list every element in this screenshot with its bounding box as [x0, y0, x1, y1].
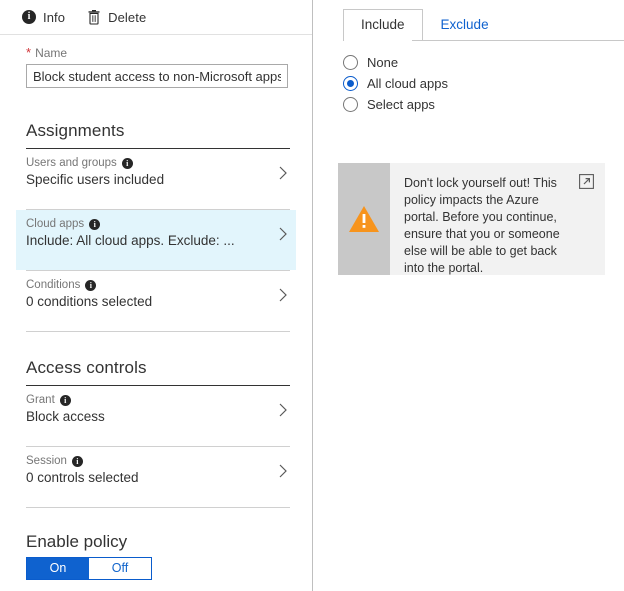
radio-none-label: None [367, 55, 399, 70]
enable-policy-toggle[interactable]: On Off [26, 557, 152, 580]
radio-none-mark [343, 55, 358, 70]
row-cloud-apps-label: Cloud apps [26, 218, 85, 230]
row-conditions-value: 0 conditions selected [26, 294, 153, 309]
policy-details-panel: i Info Delete * Name Block student acces… [0, 0, 312, 591]
name-field-group: * Name [26, 46, 288, 88]
trash-icon [87, 9, 101, 25]
tab-exclude[interactable]: Exclude [422, 9, 507, 40]
assignments-section-title: Assignments [26, 121, 125, 140]
row-grant-header: Grant i [26, 394, 296, 406]
row-users-and-groups-value: Specific users included [26, 172, 165, 187]
enable-policy-label: Enable policy [26, 532, 128, 551]
info-circle-icon[interactable]: i [85, 279, 97, 291]
required-asterisk: * [26, 45, 32, 60]
command-toolbar: i Info Delete [0, 0, 312, 34]
toolbar-divider [0, 34, 312, 35]
lockout-warning-box: Don't lock yourself out! This policy imp… [338, 163, 605, 275]
row-conditions[interactable]: Conditions i 0 conditions selected [16, 271, 296, 331]
radio-none[interactable]: None [343, 52, 448, 73]
tab-include[interactable]: Include [343, 9, 423, 40]
chevron-right-icon [278, 287, 288, 303]
radio-select-apps-label: Select apps [367, 97, 435, 112]
warning-message: Don't lock yourself out! This policy imp… [404, 176, 560, 275]
row-session[interactable]: Session i 0 controls selected [16, 447, 296, 507]
row-grant[interactable]: Grant i Block access [16, 386, 296, 446]
row-session-label: Session [26, 455, 67, 467]
name-field-label: * Name [26, 46, 288, 60]
radio-select-apps-mark [343, 97, 358, 112]
include-exclude-tabs: Include Exclude [343, 8, 507, 40]
row-cloud-apps-value: Include: All cloud apps. Exclude: ... [26, 233, 235, 248]
info-circle-icon[interactable]: i [59, 394, 71, 406]
row-users-and-groups-label: Users and groups [26, 157, 117, 169]
info-button[interactable]: i Info [22, 3, 65, 31]
info-circle-icon[interactable]: i [71, 455, 83, 467]
radio-all-cloud-apps[interactable]: All cloud apps [343, 73, 448, 94]
radio-all-cloud-apps-mark [343, 76, 358, 91]
delete-button[interactable]: Delete [87, 3, 146, 31]
row-cloud-apps[interactable]: Cloud apps i Include: All cloud apps. Ex… [16, 210, 296, 270]
chevron-right-icon [278, 402, 288, 418]
row-session-value: 0 controls selected [26, 470, 139, 485]
radio-select-apps[interactable]: Select apps [343, 94, 448, 115]
enable-policy-off-option[interactable]: Off [89, 558, 151, 579]
row-divider [26, 331, 290, 332]
info-button-label: Info [43, 9, 66, 25]
chevron-right-icon [278, 463, 288, 479]
radio-all-cloud-apps-label: All cloud apps [367, 76, 448, 91]
scope-radio-group: None All cloud apps Select apps [343, 52, 448, 115]
row-users-and-groups-header: Users and groups i [26, 157, 296, 169]
row-conditions-header: Conditions i [26, 279, 296, 291]
chevron-right-icon [278, 165, 288, 181]
row-users-and-groups[interactable]: Users and groups i Specific users includ… [16, 149, 296, 209]
policy-editor-screen: i Info Delete * Name Block student acces… [0, 0, 624, 591]
name-label-text: Name [35, 46, 68, 60]
row-conditions-label: Conditions [26, 279, 81, 291]
external-link-icon[interactable] [579, 174, 594, 189]
warning-triangle-icon [348, 205, 380, 234]
delete-button-label: Delete [108, 9, 147, 25]
row-session-header: Session i [26, 455, 296, 467]
info-circle-icon[interactable]: i [121, 157, 133, 169]
access-controls-section-title: Access controls [26, 358, 147, 377]
info-circle-icon[interactable]: i [89, 218, 101, 230]
row-divider [26, 507, 290, 508]
chevron-right-icon [278, 226, 288, 242]
info-circle-icon: i [22, 10, 36, 24]
row-grant-label: Grant [26, 394, 55, 406]
row-grant-value: Block access [26, 409, 105, 424]
active-tab-mask [344, 40, 412, 41]
row-cloud-apps-header: Cloud apps i [26, 218, 296, 230]
enable-policy-on-option[interactable]: On [27, 558, 89, 579]
name-input[interactable] [26, 64, 288, 88]
